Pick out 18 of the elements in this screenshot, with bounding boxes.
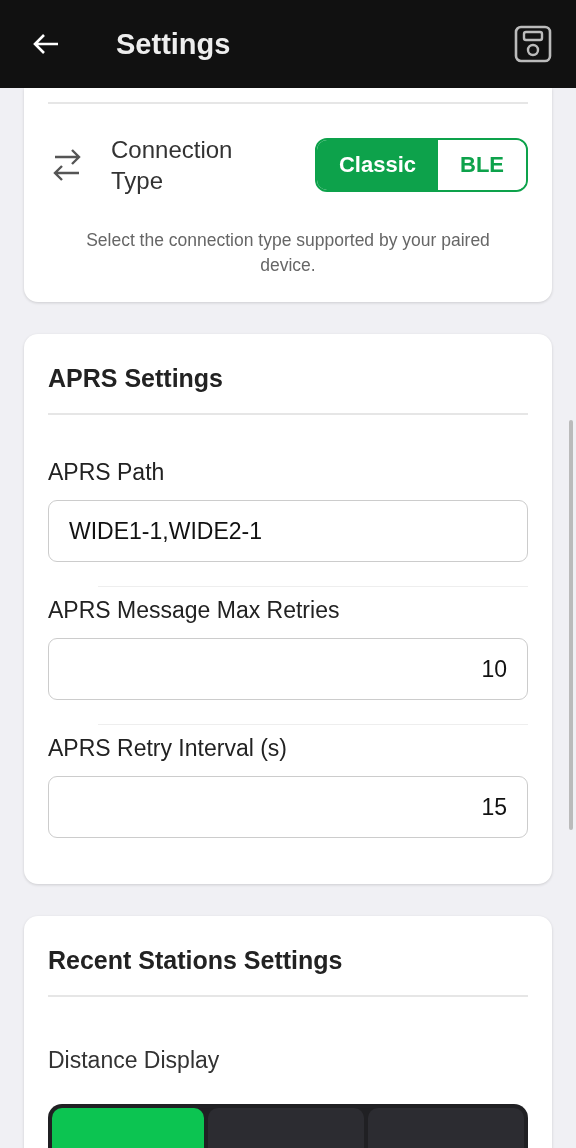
field-label: APRS Path <box>48 459 166 486</box>
field-label: APRS Message Max Retries <box>48 597 341 624</box>
section-title: APRS Settings <box>48 363 225 394</box>
input-field[interactable]: WIDE1-1,WIDE2-1 <box>48 500 528 562</box>
input-field[interactable]: 15 <box>48 776 528 838</box>
hint-text: Select the connection type supported by your paired device. <box>85 229 491 277</box>
field-label: APRS Retry Interval (s) <box>48 735 288 762</box>
field-label: Distance Display <box>48 1047 221 1074</box>
section-title: Recent Stations Settings <box>48 945 344 976</box>
scrollbar[interactable] <box>569 420 573 830</box>
screen-title: Settings <box>116 27 232 61</box>
swap-arrows-icon <box>52 147 82 183</box>
input-field[interactable]: 10 <box>48 638 528 700</box>
setting-label: Connection Type <box>111 135 234 196</box>
distance-segment[interactable] <box>52 1108 204 1148</box>
distance-segment[interactable] <box>368 1108 524 1148</box>
save-icon[interactable] <box>514 25 552 63</box>
back-arrow-icon[interactable] <box>32 32 60 56</box>
